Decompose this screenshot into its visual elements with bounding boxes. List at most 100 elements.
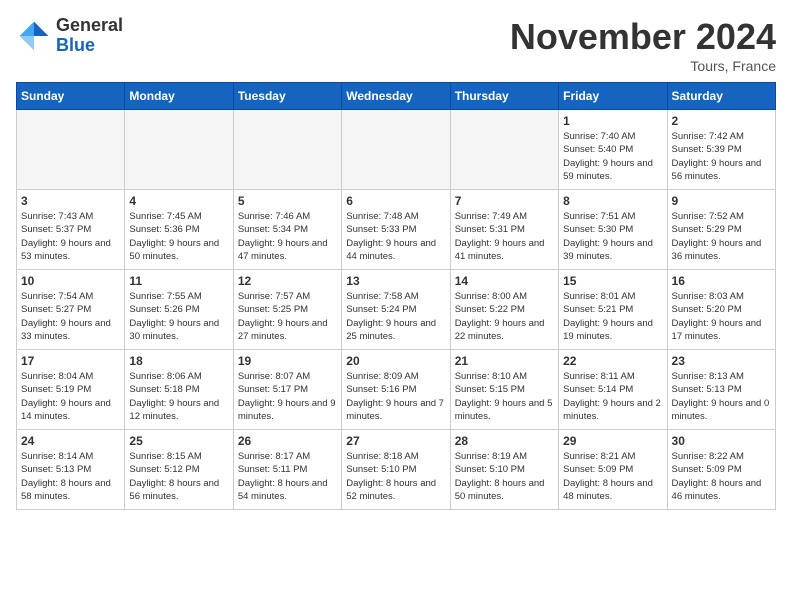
day-info: Sunrise: 8:07 AM Sunset: 5:17 PM Dayligh… [238,370,337,423]
calendar-cell: 3 Sunrise: 7:43 AM Sunset: 5:37 PM Daylig… [17,190,125,270]
day-info: Sunrise: 8:17 AM Sunset: 5:11 PM Dayligh… [238,450,337,503]
week-row-3: 10 Sunrise: 7:54 AM Sunset: 5:27 PM Dayli… [17,270,776,350]
day-number: 8 [563,194,662,208]
logo: General Blue [16,16,123,56]
calendar-cell [342,110,450,190]
calendar-cell: 19 Sunrise: 8:07 AM Sunset: 5:17 PM Dayli… [233,350,341,430]
calendar-cell: 14Sunrise: 8:00 AM Sunset: 5:22 PM Dayli… [450,270,558,350]
day-info: Sunrise: 8:09 AM Sunset: 5:16 PM Dayligh… [346,370,445,423]
day-number: 9 [672,194,771,208]
day-info: Sunrise: 7:45 AM Sunset: 5:36 PM Dayligh… [129,210,228,263]
title-section: November 2024 Tours, France [510,16,776,74]
calendar-cell: 5Sunrise: 7:46 AM Sunset: 5:34 PM Daylig… [233,190,341,270]
day-info: Sunrise: 8:11 AM Sunset: 5:14 PM Dayligh… [563,370,662,423]
day-info: Sunrise: 7:42 AM Sunset: 5:39 PM Dayligh… [672,130,771,183]
day-number: 11 [129,274,228,288]
day-info: Sunrise: 7:52 AM Sunset: 5:29 PM Dayligh… [672,210,771,263]
day-number: 17 [21,354,120,368]
day-number: 6 [346,194,445,208]
calendar-cell: 18Sunrise: 8:06 AM Sunset: 5:18 PM Dayli… [125,350,233,430]
day-number: 12 [238,274,337,288]
day-info: Sunrise: 8:19 AM Sunset: 5:10 PM Dayligh… [455,450,554,503]
calendar-cell: 2 Sunrise: 7:42 AM Sunset: 5:39 PM Daylig… [667,110,775,190]
calendar-cell: 12 Sunrise: 7:57 AM Sunset: 5:25 PM Dayli… [233,270,341,350]
day-number: 1 [563,114,662,128]
day-number: 2 [672,114,771,128]
day-info: Sunrise: 7:49 AM Sunset: 5:31 PM Dayligh… [455,210,554,263]
day-number: 19 [238,354,337,368]
logo-icon [16,18,52,54]
week-row-4: 17 Sunrise: 8:04 AM Sunset: 5:19 PM Dayli… [17,350,776,430]
day-info: Sunrise: 7:48 AM Sunset: 5:33 PM Dayligh… [346,210,445,263]
calendar-cell: 9 Sunrise: 7:52 AM Sunset: 5:29 PM Daylig… [667,190,775,270]
week-row-5: 24 Sunrise: 8:14 AM Sunset: 5:13 PM Dayli… [17,430,776,510]
day-info: Sunrise: 8:06 AM Sunset: 5:18 PM Dayligh… [129,370,228,423]
week-row-1: 1 Sunrise: 7:40 AM Sunset: 5:40 PM Daylig… [17,110,776,190]
calendar-cell [233,110,341,190]
calendar-cell: 16 Sunrise: 8:03 AM Sunset: 5:20 PM Dayli… [667,270,775,350]
calendar-cell [125,110,233,190]
day-info: Sunrise: 8:18 AM Sunset: 5:10 PM Dayligh… [346,450,445,503]
calendar-cell: 8 Sunrise: 7:51 AM Sunset: 5:30 PM Daylig… [559,190,667,270]
weekday-header-friday: Friday [559,83,667,110]
day-number: 4 [129,194,228,208]
day-number: 13 [346,274,445,288]
day-info: Sunrise: 7:43 AM Sunset: 5:37 PM Dayligh… [21,210,120,263]
day-info: Sunrise: 7:51 AM Sunset: 5:30 PM Dayligh… [563,210,662,263]
day-number: 3 [21,194,120,208]
day-info: Sunrise: 7:55 AM Sunset: 5:26 PM Dayligh… [129,290,228,343]
logo-general: General [56,16,123,36]
weekday-header-monday: Monday [125,83,233,110]
logo-text: General Blue [56,16,123,56]
calendar-cell: 23 Sunrise: 8:13 AM Sunset: 5:13 PM Dayli… [667,350,775,430]
calendar-cell: 13Sunrise: 7:58 AM Sunset: 5:24 PM Dayli… [342,270,450,350]
weekday-header-thursday: Thursday [450,83,558,110]
day-info: Sunrise: 8:21 AM Sunset: 5:09 PM Dayligh… [563,450,662,503]
calendar-cell: 22Sunrise: 8:11 AM Sunset: 5:14 PM Dayli… [559,350,667,430]
calendar-cell: 1 Sunrise: 7:40 AM Sunset: 5:40 PM Daylig… [559,110,667,190]
calendar-cell: 26Sunrise: 8:17 AM Sunset: 5:11 PM Dayli… [233,430,341,510]
location: Tours, France [510,58,776,74]
day-number: 24 [21,434,120,448]
day-info: Sunrise: 8:15 AM Sunset: 5:12 PM Dayligh… [129,450,228,503]
calendar-cell: 11 Sunrise: 7:55 AM Sunset: 5:26 PM Dayli… [125,270,233,350]
calendar-cell: 21 Sunrise: 8:10 AM Sunset: 5:15 PM Dayli… [450,350,558,430]
day-number: 5 [238,194,337,208]
day-info: Sunrise: 8:10 AM Sunset: 5:15 PM Dayligh… [455,370,554,423]
calendar-cell: 25 Sunrise: 8:15 AM Sunset: 5:12 PM Dayli… [125,430,233,510]
day-number: 30 [672,434,771,448]
day-number: 14 [455,274,554,288]
day-info: Sunrise: 7:57 AM Sunset: 5:25 PM Dayligh… [238,290,337,343]
calendar-cell [17,110,125,190]
calendar-cell: 27 Sunrise: 8:18 AM Sunset: 5:10 PM Dayli… [342,430,450,510]
day-number: 16 [672,274,771,288]
month-title: November 2024 [510,16,776,58]
day-number: 21 [455,354,554,368]
calendar-cell: 15Sunrise: 8:01 AM Sunset: 5:21 PM Dayli… [559,270,667,350]
day-number: 23 [672,354,771,368]
week-row-2: 3 Sunrise: 7:43 AM Sunset: 5:37 PM Daylig… [17,190,776,270]
day-number: 10 [21,274,120,288]
calendar-cell: 4 Sunrise: 7:45 AM Sunset: 5:36 PM Daylig… [125,190,233,270]
weekday-header-sunday: Sunday [17,83,125,110]
day-info: Sunrise: 7:54 AM Sunset: 5:27 PM Dayligh… [21,290,120,343]
day-info: Sunrise: 7:40 AM Sunset: 5:40 PM Dayligh… [563,130,662,183]
day-info: Sunrise: 8:22 AM Sunset: 5:09 PM Dayligh… [672,450,771,503]
calendar-cell [450,110,558,190]
calendar-cell: 6 Sunrise: 7:48 AM Sunset: 5:33 PM Daylig… [342,190,450,270]
calendar-cell: 10 Sunrise: 7:54 AM Sunset: 5:27 PM Dayli… [17,270,125,350]
calendar-cell: 20Sunrise: 8:09 AM Sunset: 5:16 PM Dayli… [342,350,450,430]
day-number: 7 [455,194,554,208]
weekday-header-wednesday: Wednesday [342,83,450,110]
day-info: Sunrise: 8:04 AM Sunset: 5:19 PM Dayligh… [21,370,120,423]
calendar-cell: 28Sunrise: 8:19 AM Sunset: 5:10 PM Dayli… [450,430,558,510]
day-info: Sunrise: 8:13 AM Sunset: 5:13 PM Dayligh… [672,370,771,423]
day-number: 27 [346,434,445,448]
logo-blue: Blue [56,36,123,56]
day-info: Sunrise: 8:14 AM Sunset: 5:13 PM Dayligh… [21,450,120,503]
page-header: General Blue November 2024 Tours, France [16,16,776,74]
calendar-cell: 17 Sunrise: 8:04 AM Sunset: 5:19 PM Dayli… [17,350,125,430]
weekday-header-saturday: Saturday [667,83,775,110]
day-info: Sunrise: 8:03 AM Sunset: 5:20 PM Dayligh… [672,290,771,343]
day-number: 25 [129,434,228,448]
